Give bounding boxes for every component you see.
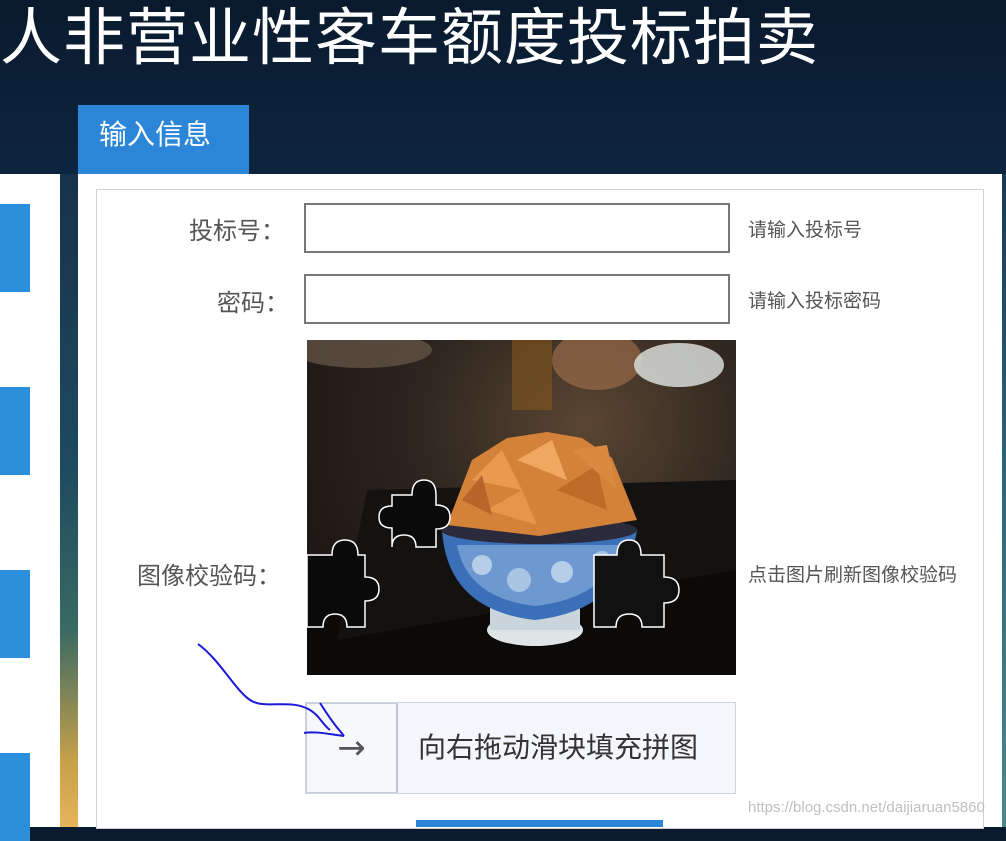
side-tab-4[interactable] bbox=[0, 753, 30, 841]
bid-number-input[interactable] bbox=[304, 203, 730, 253]
left-side-panel bbox=[0, 174, 60, 841]
slider-instruction: 向右拖动滑块填充拼图 bbox=[418, 731, 699, 764]
captcha-hint: 点击图片刷新图像校验码 bbox=[748, 564, 958, 586]
captcha-label: 图像校验码： bbox=[137, 562, 281, 590]
bid-number-hint: 请输入投标号 bbox=[748, 219, 863, 241]
password-input[interactable] bbox=[304, 274, 730, 324]
background-edge-left bbox=[60, 174, 78, 827]
submit-button[interactable] bbox=[416, 820, 663, 827]
password-hint: 请输入投标密码 bbox=[748, 290, 882, 312]
side-tab-3[interactable] bbox=[0, 570, 30, 658]
bid-number-label: 投标号： bbox=[189, 217, 285, 245]
slider-track[interactable]: → 向右拖动滑块填充拼图 bbox=[305, 702, 736, 794]
side-tab-2[interactable] bbox=[0, 387, 30, 475]
slider-handle[interactable]: → bbox=[306, 703, 398, 793]
captcha-image[interactable] bbox=[307, 340, 736, 675]
password-label: 密码： bbox=[217, 289, 289, 317]
captcha-photo bbox=[307, 340, 736, 675]
page-title: 人非营业性客车额度投标拍卖 bbox=[0, 1, 820, 74]
arrow-right-icon: → bbox=[337, 728, 366, 768]
tab-input-info[interactable]: 输入信息 bbox=[78, 105, 249, 175]
watermark-text: https://blog.csdn.net/daijiaruan5860 bbox=[748, 799, 985, 816]
side-tab-1[interactable] bbox=[0, 204, 30, 292]
